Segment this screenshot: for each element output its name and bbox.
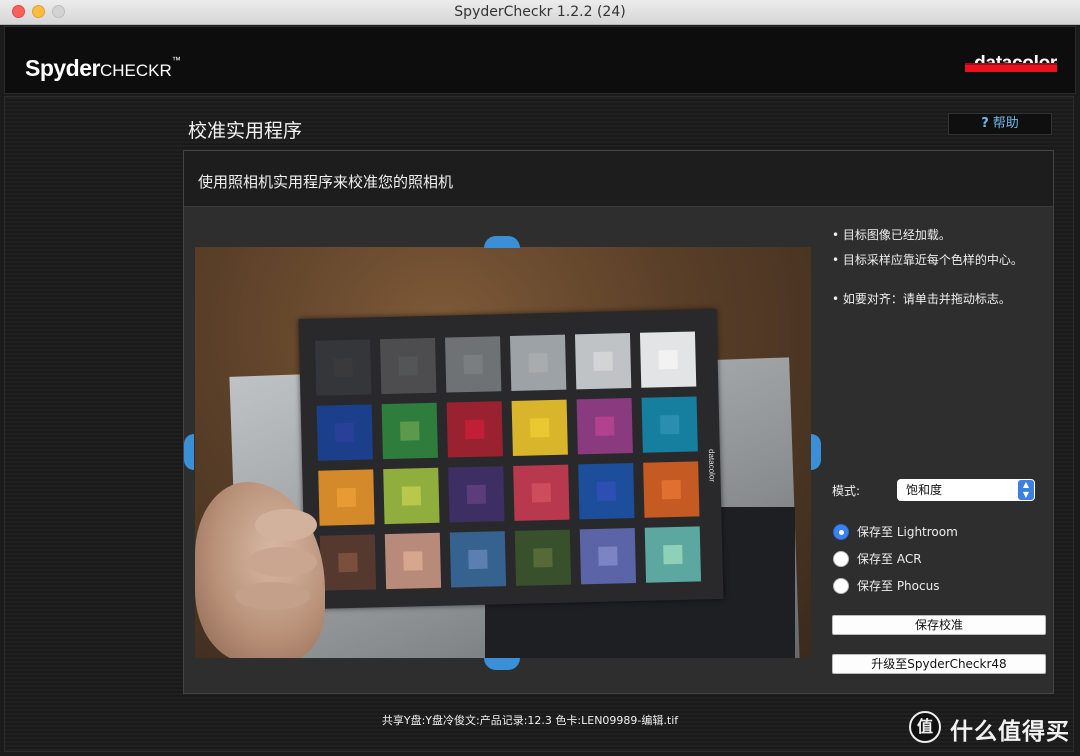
sample-marker: [596, 481, 617, 501]
color-swatch: [445, 336, 502, 393]
sample-marker: [403, 551, 423, 571]
color-swatch: [641, 396, 698, 453]
radio-acr[interactable]: [833, 551, 849, 567]
mode-select[interactable]: 饱和度 ▲ ▼: [897, 479, 1035, 501]
align-handle-right-icon[interactable]: [811, 434, 821, 470]
datacolor-logo-bar: [965, 63, 1057, 72]
watermark-text: 什么值得买: [950, 719, 1070, 745]
sample-marker: [398, 356, 418, 376]
color-checker-card: datacolor: [298, 308, 724, 610]
panel-subtitle: 使用照相机实用程序来校准您的照相机: [198, 173, 454, 191]
sample-marker: [593, 351, 613, 371]
color-swatch: [578, 463, 635, 520]
align-handle-top-icon[interactable]: [484, 236, 520, 248]
sample-marker: [658, 349, 678, 370]
sample-marker: [465, 419, 485, 440]
radio-label-acr: 保存至 ACR: [857, 552, 922, 566]
color-swatch: [315, 339, 372, 396]
sample-marker: [598, 546, 618, 566]
align-handle-left-icon[interactable]: [184, 434, 194, 470]
color-swatch: [644, 526, 702, 583]
color-swatch: [380, 337, 437, 395]
logo-sub-text: CHECKR: [99, 61, 172, 80]
radio-phocus[interactable]: [833, 578, 849, 594]
chevron-updown-icon: ▲ ▼: [1018, 480, 1034, 500]
spydercheckr-logo: SpyderCHECKR™: [25, 55, 181, 82]
sample-marker: [659, 414, 680, 435]
app-header: SpyderCHECKR™ datacolor: [4, 26, 1076, 94]
sample-marker: [468, 549, 488, 570]
sample-marker: [466, 484, 487, 505]
color-swatch: [509, 334, 567, 391]
color-swatch: [381, 402, 438, 460]
sample-marker: [335, 422, 355, 443]
color-swatch: [383, 467, 440, 525]
sample-marker: [531, 483, 552, 503]
info-bullet: • 目标采样应靠近每个色样的中心。: [832, 253, 1023, 267]
watermark-logo-icon: 值: [909, 711, 941, 743]
finger: [247, 547, 317, 577]
color-swatch: [643, 461, 700, 518]
radio-label-phocus: 保存至 Phocus: [857, 579, 940, 593]
radio-label-lightroom: 保存至 Lightroom: [857, 525, 958, 539]
radio-lightroom[interactable]: [833, 524, 849, 540]
panel-header: 使用照相机实用程序来校准您的照相机: [184, 151, 1053, 207]
color-swatch: [511, 399, 568, 456]
page-title: 校准实用程序: [188, 120, 303, 142]
mode-select-value: 饱和度: [906, 483, 943, 497]
color-swatch: [319, 534, 377, 591]
color-swatch: [639, 331, 697, 388]
logo-main-text: Spyder: [25, 55, 100, 81]
help-label: 帮助: [992, 116, 1019, 131]
card-brand-text: datacolor: [706, 448, 717, 483]
color-swatch: [513, 464, 570, 521]
color-swatch: [576, 398, 633, 455]
sample-marker: [530, 418, 550, 438]
info-bullet: • 如要对齐：请单击并拖动标志。: [832, 292, 1011, 306]
target-image[interactable]: datacolor: [195, 247, 811, 658]
color-swatch: [514, 529, 572, 586]
upgrade-button[interactable]: 升级至SpyderCheckr48: [832, 654, 1046, 674]
color-swatch: [574, 333, 632, 390]
window-titlebar: SpyderCheckr 1.2.2 (24): [0, 0, 1080, 25]
save-calibration-button[interactable]: 保存校准: [832, 615, 1046, 635]
help-button[interactable]: ? 帮助: [948, 113, 1052, 135]
sample-marker: [401, 486, 422, 506]
color-swatch: [579, 527, 637, 585]
info-bullet: • 目标图像已经加载。: [832, 228, 951, 242]
sample-marker: [661, 479, 682, 500]
sample-marker: [333, 357, 353, 378]
sample-marker: [528, 353, 548, 373]
color-swatch: [384, 532, 442, 590]
logo-tm: ™: [171, 55, 181, 65]
sample-marker: [463, 354, 483, 375]
color-swatch: [446, 401, 503, 458]
sample-marker: [338, 552, 358, 573]
finger: [255, 509, 317, 541]
color-swatch: [318, 469, 375, 526]
color-swatch: [448, 466, 505, 523]
sample-marker: [663, 544, 683, 565]
sample-marker: [336, 487, 357, 508]
window-title: SpyderCheckr 1.2.2 (24): [454, 4, 626, 20]
sample-marker: [533, 548, 553, 568]
color-swatch: [449, 531, 507, 588]
finger: [235, 582, 310, 610]
mode-label: 模式:: [832, 484, 861, 498]
sample-marker: [400, 421, 420, 441]
sample-marker: [594, 416, 615, 436]
color-swatch: [316, 404, 373, 461]
help-icon: ?: [981, 116, 989, 131]
